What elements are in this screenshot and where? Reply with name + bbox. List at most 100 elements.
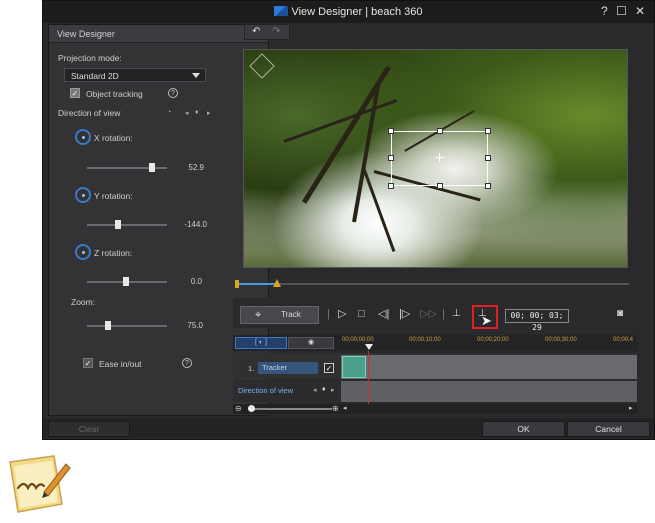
scroll-right-icon[interactable]: ▸ bbox=[629, 404, 633, 412]
ease-checkbox[interactable]: ✓ bbox=[83, 358, 93, 368]
mouse-cursor-icon: ➤ bbox=[481, 313, 492, 328]
direction-track[interactable] bbox=[341, 381, 637, 402]
x-rotation-value[interactable]: 52.9 bbox=[164, 163, 204, 172]
z-rotation-icon bbox=[75, 244, 91, 260]
playhead[interactable] bbox=[365, 344, 373, 350]
next-keyframe-icon[interactable]: ▸ bbox=[331, 386, 335, 394]
title-bar: View Designer | beach 360 ? ☐ ✕ bbox=[43, 1, 654, 23]
object-tracking-checkbox[interactable]: ✓ bbox=[70, 88, 80, 98]
timeline-zoom-slider[interactable] bbox=[248, 405, 332, 412]
timeline-mode-button[interactable]: [ ◐ ] bbox=[235, 337, 287, 349]
prev-keyframe-icon[interactable]: ◂ bbox=[313, 386, 317, 394]
y-rotation-label: Y rotation: bbox=[94, 191, 133, 201]
tracker-name-field[interactable]: Tracker bbox=[258, 362, 318, 374]
ruler-label: 00;00;10;00 bbox=[409, 337, 441, 343]
separator: | bbox=[327, 308, 330, 320]
zoom-in-icon[interactable]: ⊕ bbox=[332, 404, 339, 413]
zoom-thumb[interactable] bbox=[105, 321, 111, 330]
scrub-thumb[interactable] bbox=[273, 279, 281, 287]
y-rotation-thumb[interactable] bbox=[115, 220, 121, 229]
redo-button[interactable]: ↷ bbox=[272, 25, 280, 39]
tree-branch bbox=[283, 99, 398, 143]
prev-keyframe-icon[interactable]: ◂ bbox=[185, 109, 189, 117]
z-rotation-value[interactable]: 0.0 bbox=[162, 277, 202, 286]
scrub-bar[interactable] bbox=[235, 279, 629, 288]
y-rotation-value[interactable]: -144.0 bbox=[167, 220, 207, 229]
projection-dropdown[interactable]: Standard 2D bbox=[64, 68, 206, 82]
timecode-display[interactable]: 00; 00; 03; 29 bbox=[505, 309, 569, 332]
resize-handle[interactable] bbox=[485, 128, 491, 134]
direction-row-label: Direction of view bbox=[238, 386, 294, 395]
add-keyframe-icon[interactable]: ♦ bbox=[322, 386, 326, 393]
resize-handle[interactable] bbox=[485, 155, 491, 161]
resize-handle[interactable] bbox=[485, 183, 491, 189]
x-rotation-icon bbox=[75, 129, 91, 145]
prev-frame-icon[interactable]: ◁| bbox=[378, 307, 389, 321]
chevron-down-icon bbox=[192, 73, 200, 78]
snapshot-icon[interactable]: ◙ bbox=[617, 307, 623, 321]
resize-handle[interactable] bbox=[388, 183, 394, 189]
direction-label: Direction of view bbox=[58, 108, 121, 118]
app-logo-icon bbox=[274, 6, 289, 16]
undo-redo-group: ↶ ↷ bbox=[244, 24, 290, 40]
help-icon[interactable]: ? bbox=[182, 358, 192, 368]
z-rotation-slider[interactable] bbox=[87, 277, 167, 286]
next-keyframe-icon[interactable]: ▸ bbox=[207, 109, 211, 117]
resize-handle[interactable] bbox=[437, 128, 443, 134]
z-rotation-thumb[interactable] bbox=[123, 277, 129, 286]
keyframe-toggle-icon[interactable]: ◔ bbox=[167, 109, 171, 116]
maximize-button[interactable]: ☐ bbox=[616, 5, 627, 17]
scroll-left-icon[interactable]: ◂ bbox=[343, 404, 347, 412]
scrub-progress bbox=[236, 283, 276, 285]
undo-button[interactable]: ↶ bbox=[252, 25, 260, 39]
y-rotation-icon bbox=[75, 187, 91, 203]
ruler-label: 00;00;30;00 bbox=[545, 337, 577, 343]
object-tracking-label: Object tracking bbox=[86, 89, 143, 99]
keyframe-mode-button[interactable]: ◉ bbox=[288, 337, 334, 349]
y-rotation-slider[interactable] bbox=[87, 220, 167, 229]
playhead-line bbox=[368, 351, 369, 405]
play-icon[interactable]: ▷ bbox=[338, 307, 346, 321]
close-button[interactable]: ✕ bbox=[635, 5, 645, 17]
x-rotation-label: X rotation: bbox=[94, 133, 133, 143]
ease-label: Ease in/out bbox=[99, 359, 142, 369]
help-icon[interactable]: ? bbox=[168, 88, 178, 98]
separator: | bbox=[442, 308, 445, 320]
clear-button[interactable]: Clear bbox=[48, 421, 130, 437]
track-button[interactable]: ⌖ Track bbox=[240, 306, 319, 324]
zoom-slider-thumb[interactable] bbox=[248, 405, 255, 412]
zoom-slider[interactable] bbox=[87, 321, 167, 330]
projection-value: Standard 2D bbox=[71, 71, 119, 81]
tracker-visible-checkbox[interactable]: ✓ bbox=[324, 363, 334, 373]
zoom-value[interactable]: 75.0 bbox=[163, 321, 203, 330]
window-title-text: View Designer | beach 360 bbox=[291, 6, 423, 18]
tracker-track[interactable] bbox=[341, 355, 637, 379]
resize-handle[interactable] bbox=[388, 155, 394, 161]
mark-in-marker[interactable] bbox=[235, 280, 239, 288]
z-rotation-label: Z rotation: bbox=[94, 248, 133, 258]
ok-button[interactable]: OK bbox=[482, 421, 565, 437]
resize-handle[interactable] bbox=[388, 128, 394, 134]
ruler-label: 00;00;20;00 bbox=[477, 337, 509, 343]
resize-handle[interactable] bbox=[437, 183, 443, 189]
zoom-out-icon[interactable]: ⊖ bbox=[235, 404, 242, 413]
fast-forward-icon[interactable]: ▷▷ bbox=[420, 307, 437, 321]
next-frame-icon[interactable]: |▷ bbox=[399, 307, 410, 321]
x-rotation-thumb[interactable] bbox=[149, 163, 155, 172]
stop-icon[interactable]: □ bbox=[358, 307, 365, 321]
zoom-label: Zoom: bbox=[71, 297, 96, 307]
target-icon: ⌖ bbox=[255, 309, 262, 321]
cancel-button[interactable]: Cancel bbox=[567, 421, 650, 437]
projection-label: Projection mode: bbox=[58, 53, 122, 63]
ruler-label: 00;00;4 bbox=[613, 337, 634, 343]
window-title: View Designer | beach 360 bbox=[43, 6, 654, 18]
tracker-clip[interactable] bbox=[342, 356, 366, 378]
note-icon bbox=[9, 455, 71, 513]
ruler-label: 00;00;00;00 bbox=[342, 337, 374, 343]
add-keyframe-icon[interactable]: ♦ bbox=[195, 109, 199, 116]
help-button[interactable]: ? bbox=[601, 5, 608, 17]
timeline-ruler[interactable]: 00;00;00;00 00;00;10;00 00;00;20;00 00;0… bbox=[341, 336, 637, 350]
mark-in-icon[interactable]: ⊥ bbox=[452, 307, 461, 321]
x-rotation-slider[interactable] bbox=[87, 163, 167, 172]
track-label: Track bbox=[281, 310, 301, 319]
